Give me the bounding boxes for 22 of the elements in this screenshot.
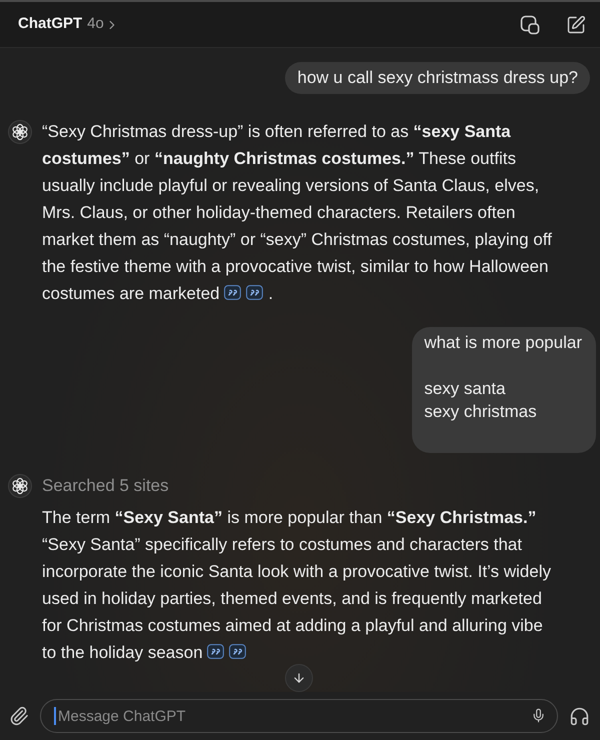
app-title[interactable]: ChatGPT xyxy=(18,13,82,36)
arrow-down-icon xyxy=(292,671,306,685)
paperclip-icon[interactable] xyxy=(9,706,29,726)
citation-icon[interactable] xyxy=(207,644,224,659)
microphone-icon[interactable] xyxy=(531,708,546,723)
knot-logo-icon xyxy=(8,120,32,144)
text-cursor-icon xyxy=(54,707,56,725)
citation-icon[interactable] xyxy=(246,285,264,300)
message-field[interactable]: Message ChatGPT xyxy=(40,699,558,733)
citation-icon[interactable] xyxy=(224,285,242,300)
scroll-down-button[interactable] xyxy=(285,664,313,692)
edit-icon[interactable] xyxy=(566,14,586,34)
user-message-bubble: what is more popular sexy santa sexy christmas xyxy=(412,327,596,453)
assistant-message: “Sexy Christmas dress-up” is often referred to as “sexy Santa costumes” or “naughty Christmas costumes.” These outfits usually include playful or revealing versions of Santa Claus, elves, Mrs. Claus, or other holiday-themed characters. Retailers often market them as “naughty” or “sexy” Christmas costumes, playing off the festive theme with a provocative twist, similar to how Halloween costumes are marketed . xyxy=(42,121,553,305)
user-message-bubble: how u call sexy christmass dress up? xyxy=(285,62,590,94)
model-label[interactable]: 4o xyxy=(87,13,104,36)
citation-icon[interactable] xyxy=(229,644,246,659)
assistant-message: The term “Sexy Santa” is more popular than “Sexy Christmas.” “Sexy Santa” specifically refers to costumes and characters that incorporate the iconic Santa look with a provocative twist. It’s widely used in holiday parties, themed events, and is frequently marketed for Christmas costumes aimed at adding a playful and alluring vibe to the holiday season xyxy=(42,507,552,664)
knot-logo-icon xyxy=(8,474,32,498)
headphones-icon[interactable] xyxy=(569,706,590,726)
overlapping-squares-icon[interactable] xyxy=(520,14,540,34)
search-status[interactable]: Searched 5 sites xyxy=(42,473,169,499)
